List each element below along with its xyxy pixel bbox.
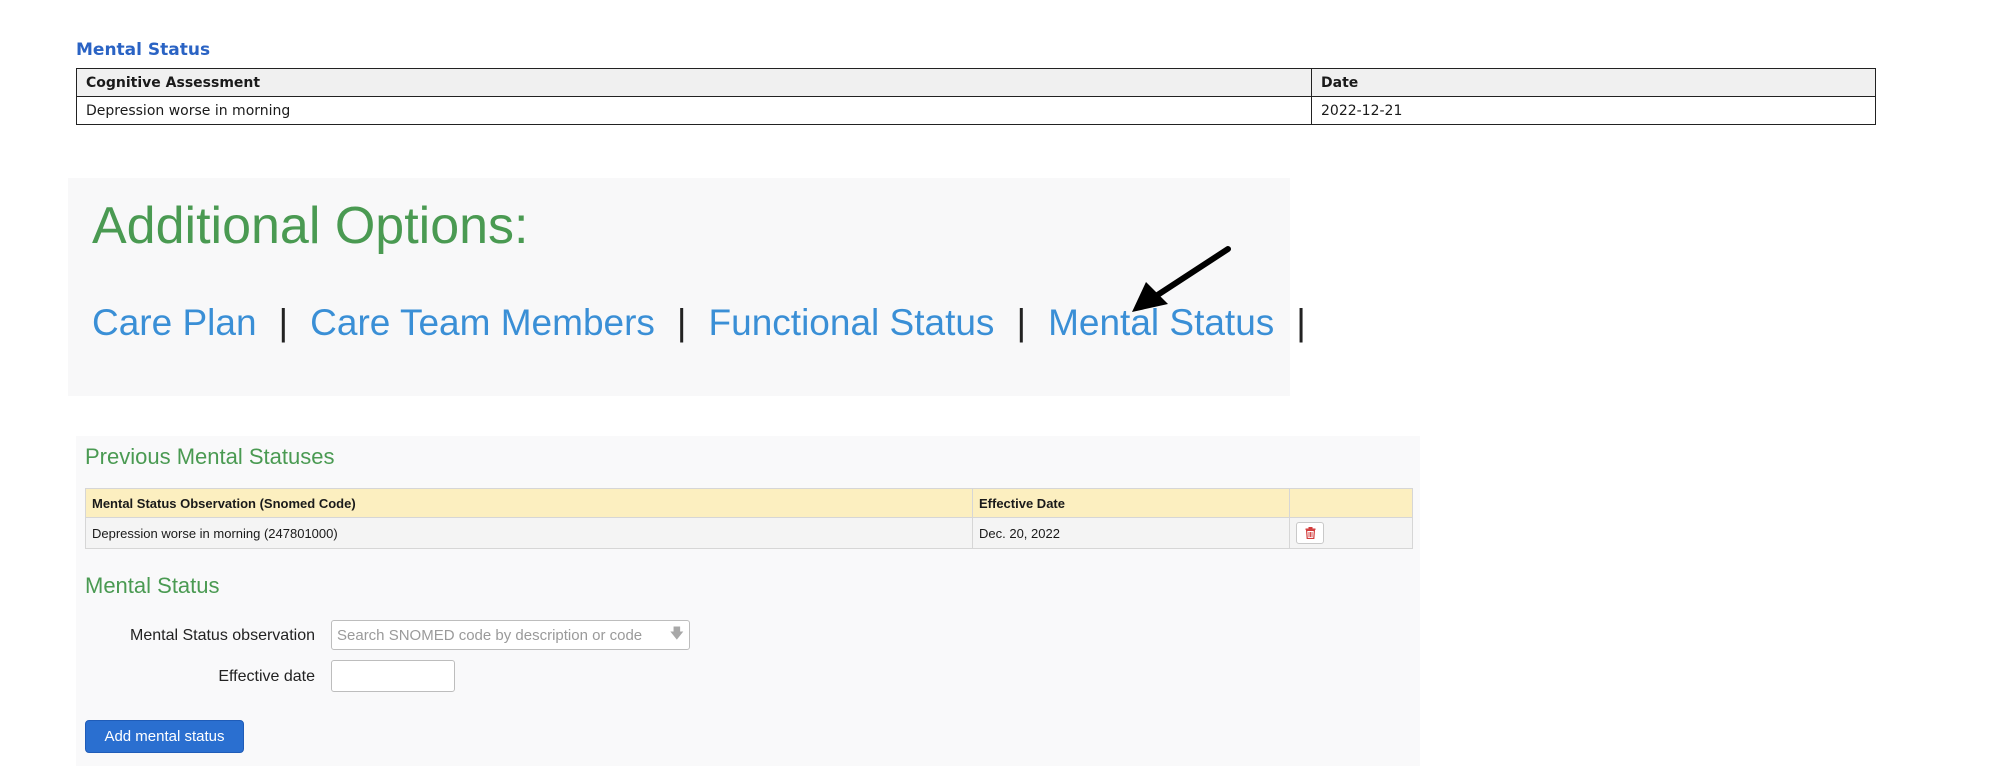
summary-title: Mental Status bbox=[76, 40, 211, 60]
add-mental-status-button[interactable]: Add mental status bbox=[85, 720, 244, 753]
previous-statuses-heading: Previous Mental Statuses bbox=[85, 444, 335, 469]
mental-status-panel: Previous Mental Statuses Mental Status O… bbox=[76, 436, 1420, 766]
link-separator: | bbox=[676, 302, 687, 343]
previous-header-row: Mental Status Observation (Snomed Code) … bbox=[85, 488, 1413, 518]
link-separator: | bbox=[278, 302, 289, 343]
cell-date: 2022-12-21 bbox=[1311, 96, 1876, 125]
link-functional-status[interactable]: Functional Status bbox=[709, 302, 995, 344]
annotation-arrow-icon bbox=[1132, 246, 1231, 312]
arrow-down-icon[interactable]: 🡇 bbox=[670, 623, 684, 647]
table-row: Depression worse in morning 2022-12-21 bbox=[76, 96, 1876, 125]
header-date: Date bbox=[1311, 68, 1876, 97]
cell-actions bbox=[1289, 517, 1413, 549]
summary-table: Cognitive Assessment Date Depression wor… bbox=[76, 68, 1876, 125]
summary-header-row: Cognitive Assessment Date bbox=[76, 68, 1876, 97]
observation-search-input[interactable] bbox=[332, 626, 662, 644]
additional-options-panel: Additional Options: Care Plan | Care Tea… bbox=[68, 178, 1306, 396]
header-observation: Mental Status Observation (Snomed Code) bbox=[85, 488, 973, 518]
trash-icon bbox=[1305, 527, 1315, 539]
effective-date-label: Effective date bbox=[218, 668, 315, 685]
additional-options-heading: Additional Options: bbox=[92, 197, 529, 255]
cell-assessment: Depression worse in morning bbox=[76, 96, 1312, 125]
link-care-plan[interactable]: Care Plan bbox=[92, 302, 257, 344]
observation-label: Mental Status observation bbox=[130, 627, 315, 644]
link-care-team-members[interactable]: Care Team Members bbox=[310, 302, 655, 344]
previous-statuses-table: Mental Status Observation (Snomed Code) … bbox=[85, 488, 1413, 549]
table-row: Depression worse in morning (247801000) … bbox=[85, 517, 1413, 549]
header-effective-date: Effective Date bbox=[972, 488, 1290, 518]
cell-effective-date: Dec. 20, 2022 bbox=[972, 517, 1290, 549]
delete-button[interactable] bbox=[1296, 522, 1324, 544]
cell-observation: Depression worse in morning (247801000) bbox=[85, 517, 973, 549]
header-actions bbox=[1289, 488, 1413, 518]
link-separator: | bbox=[1296, 302, 1306, 343]
mental-status-form-heading: Mental Status bbox=[85, 573, 220, 598]
observation-search-field[interactable]: 🡇 bbox=[331, 620, 690, 650]
header-cognitive-assessment: Cognitive Assessment bbox=[76, 68, 1312, 97]
effective-date-input[interactable] bbox=[331, 660, 455, 692]
link-separator: | bbox=[1016, 302, 1027, 343]
